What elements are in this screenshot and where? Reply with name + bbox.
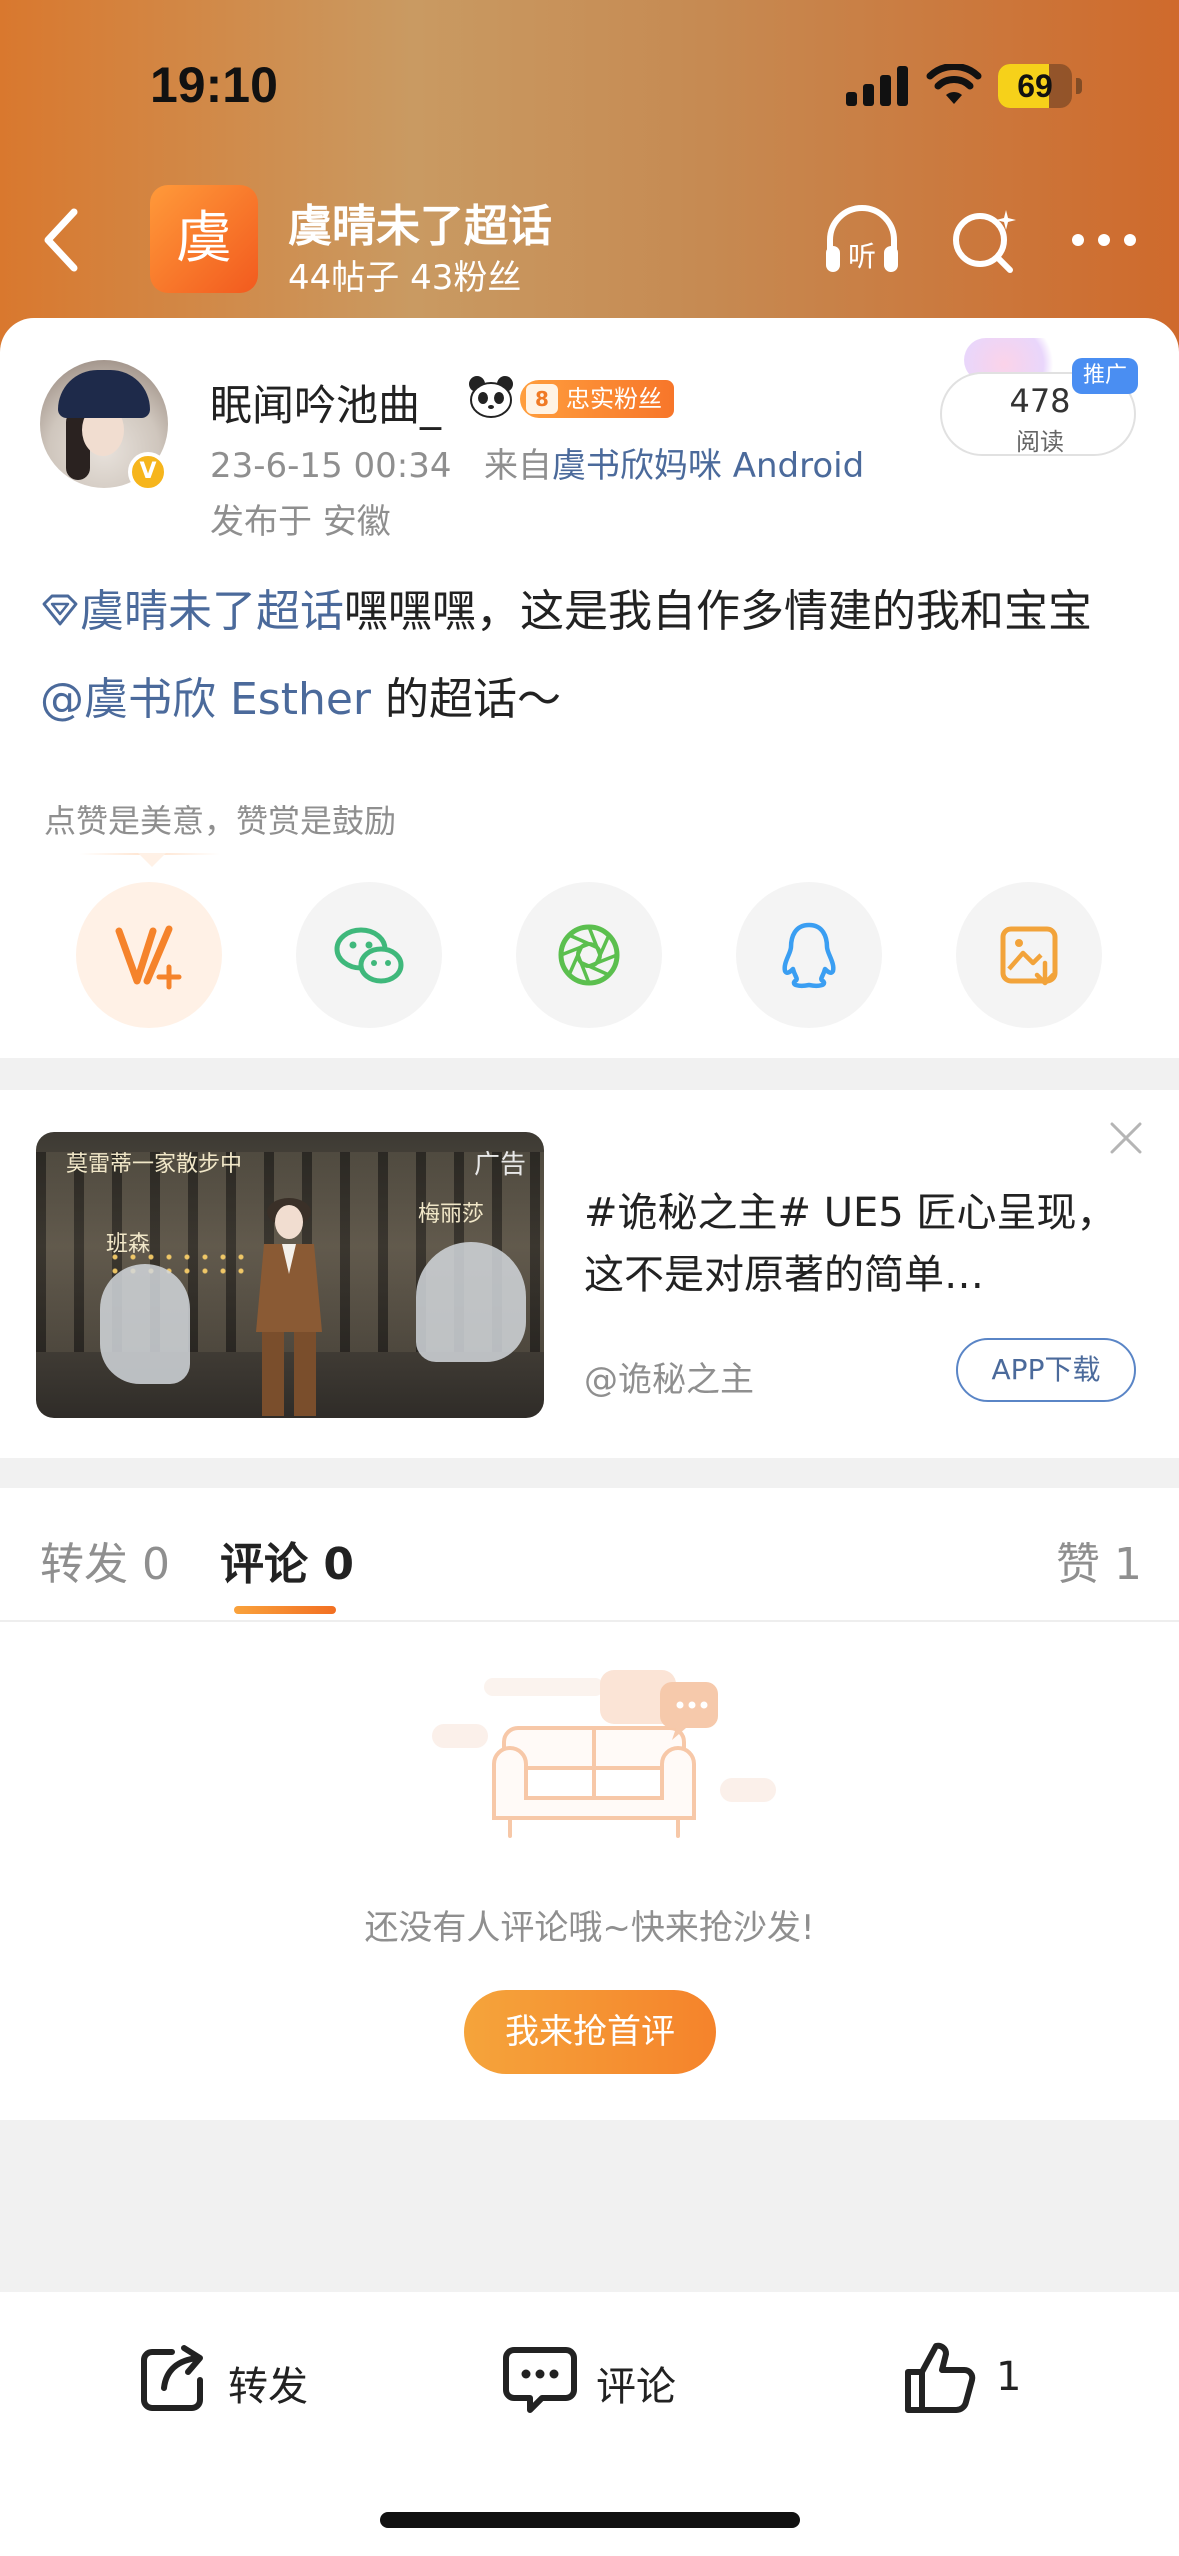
back-icon[interactable] (30, 200, 100, 280)
post-text: 虞晴未了超话嘿嘿嘿，这是我自作多情建的我和宝宝 @虞书欣 Esther 的超话～ (40, 568, 1140, 744)
post-text-part2: 的超话～ (371, 674, 562, 725)
ad-person-figure (256, 1198, 322, 1416)
tab-repost-label: 转发 (40, 1539, 128, 1590)
reward-icon (115, 925, 182, 990)
post-source[interactable]: 虞书欣妈咪 Android (552, 446, 864, 486)
comments-section: 转发 0 评论 0 赞 1 还没有人评论哦~快来抢沙发! 我来抢首评 (0, 1488, 1179, 2120)
username[interactable]: 眠闻吟池曲_ (210, 372, 441, 433)
more-icon[interactable] (1064, 202, 1144, 278)
tab-comment-count: 0 (323, 1539, 354, 1590)
panda-icon (469, 376, 513, 418)
status-time: 19:10 (150, 57, 278, 113)
promo-tag[interactable]: 推广 (1072, 358, 1138, 394)
comment-label: 评论 (596, 2364, 676, 2410)
topic-stats: 44帖子 43粉丝 (288, 258, 522, 298)
svg-text:听: 听 (848, 240, 876, 273)
save-image-icon (1000, 926, 1058, 986)
battery-percent: 69 (1017, 68, 1053, 104)
cellular-signal-icon (846, 66, 908, 106)
save-image-button[interactable] (956, 882, 1102, 1028)
tab-like-label: 赞 (1056, 1539, 1100, 1590)
search-icon[interactable] (944, 202, 1024, 278)
battery-indicator: 69 (998, 64, 1082, 108)
mention-link[interactable]: @虞书欣 Esther (40, 674, 371, 725)
topic-link[interactable]: 虞晴未了超话 (80, 586, 344, 637)
repost-label: 转发 (228, 2364, 308, 2410)
post-time: 23-6-15 00:34 (210, 446, 452, 486)
wechat-icon (334, 927, 404, 984)
empty-sofa-illustration (432, 1670, 776, 1838)
reward-caret (138, 853, 166, 867)
ad-image[interactable]: 莫雷蒂一家散步中 班森 梅丽莎 广告 (36, 1132, 544, 1418)
moments-icon (558, 924, 620, 986)
ad-source[interactable]: @诡秘之主 (584, 1352, 754, 1401)
verified-badge-icon: V (128, 452, 168, 492)
tab-divider (0, 1620, 1179, 1622)
tab-repost[interactable]: 转发 0 (40, 1528, 170, 1592)
share-moments-button[interactable] (516, 882, 662, 1028)
status-bar: 19:10 69 (0, 0, 1179, 170)
supertopic-diamond-icon (42, 594, 78, 626)
ad-caption-top: 莫雷蒂一家散步中 (66, 1152, 243, 1177)
ad-card[interactable]: 莫雷蒂一家散步中 班森 梅丽莎 广告 #诡秘之主# UE5 匠心呈现，这不是对原… (0, 1090, 1179, 1458)
tab-like[interactable]: 赞 1 (1056, 1528, 1142, 1592)
post-location: 发布于 安徽 (210, 502, 391, 542)
share-qq-button[interactable] (736, 882, 882, 1028)
post-meta: 23-6-15 00:34 来自虞书欣妈咪 Android (210, 438, 864, 487)
qq-icon (782, 922, 836, 989)
app-download-button[interactable]: APP下载 (956, 1338, 1136, 1402)
comment-button[interactable]: 评论 (500, 2338, 700, 2418)
first-comment-button[interactable]: 我来抢首评 (464, 1990, 716, 2074)
tab-comment-label: 评论 (220, 1539, 308, 1590)
ad-caption-left: 班森 (106, 1232, 151, 1257)
like-button[interactable]: 1 (900, 2338, 1060, 2418)
active-tab-indicator (234, 1606, 336, 1614)
reward-hint: 点赞是美意，赞赏是鼓励 (44, 802, 397, 840)
reward-button[interactable] (76, 882, 222, 1028)
fan-badge-label: 忠实粉丝 (566, 385, 662, 413)
listen-icon[interactable]: 听 (822, 202, 902, 278)
close-icon[interactable] (1108, 1120, 1144, 1156)
tab-like-count: 1 (1114, 1539, 1142, 1590)
ad-tag: 广告 (473, 1150, 526, 1180)
repost-button[interactable]: 转发 (132, 2338, 332, 2418)
repost-icon (141, 2345, 203, 2411)
like-count: 1 (996, 2354, 1022, 2400)
topic-title[interactable]: 虞晴未了超话 (288, 190, 552, 254)
ad-title[interactable]: #诡秘之主# UE5 匠心呈现，这不是对原著的简单… (584, 1182, 1144, 1306)
share-wechat-button[interactable] (296, 882, 442, 1028)
empty-comments-text: 还没有人评论哦~快来抢沙发! (364, 1908, 815, 1948)
read-label: 阅读 (1016, 428, 1064, 456)
tab-comment[interactable]: 评论 0 (220, 1528, 354, 1592)
navigation-bar: 虞 虞晴未了超话 44帖子 43粉丝 听 (0, 180, 1179, 300)
wifi-icon (926, 64, 982, 104)
comment-icon (503, 2347, 577, 2413)
post-card: V 眠闻吟池曲_ 8 忠实粉丝 23-6-15 00:34 来自虞书欣妈咪 An… (0, 318, 1179, 1058)
ad-caption-right: 梅丽莎 (418, 1202, 485, 1227)
fan-level: 8 (526, 384, 558, 414)
home-indicator (380, 2512, 800, 2528)
tab-repost-count: 0 (142, 1539, 170, 1590)
fan-badge[interactable]: 8 忠实粉丝 (520, 380, 674, 418)
like-icon (905, 2342, 976, 2413)
source-prefix: 来自 (483, 446, 552, 486)
post-text-part1: 嘿嘿嘿，这是我自作多情建的我和宝宝 (344, 586, 1092, 637)
topic-logo[interactable]: 虞 (150, 185, 258, 293)
